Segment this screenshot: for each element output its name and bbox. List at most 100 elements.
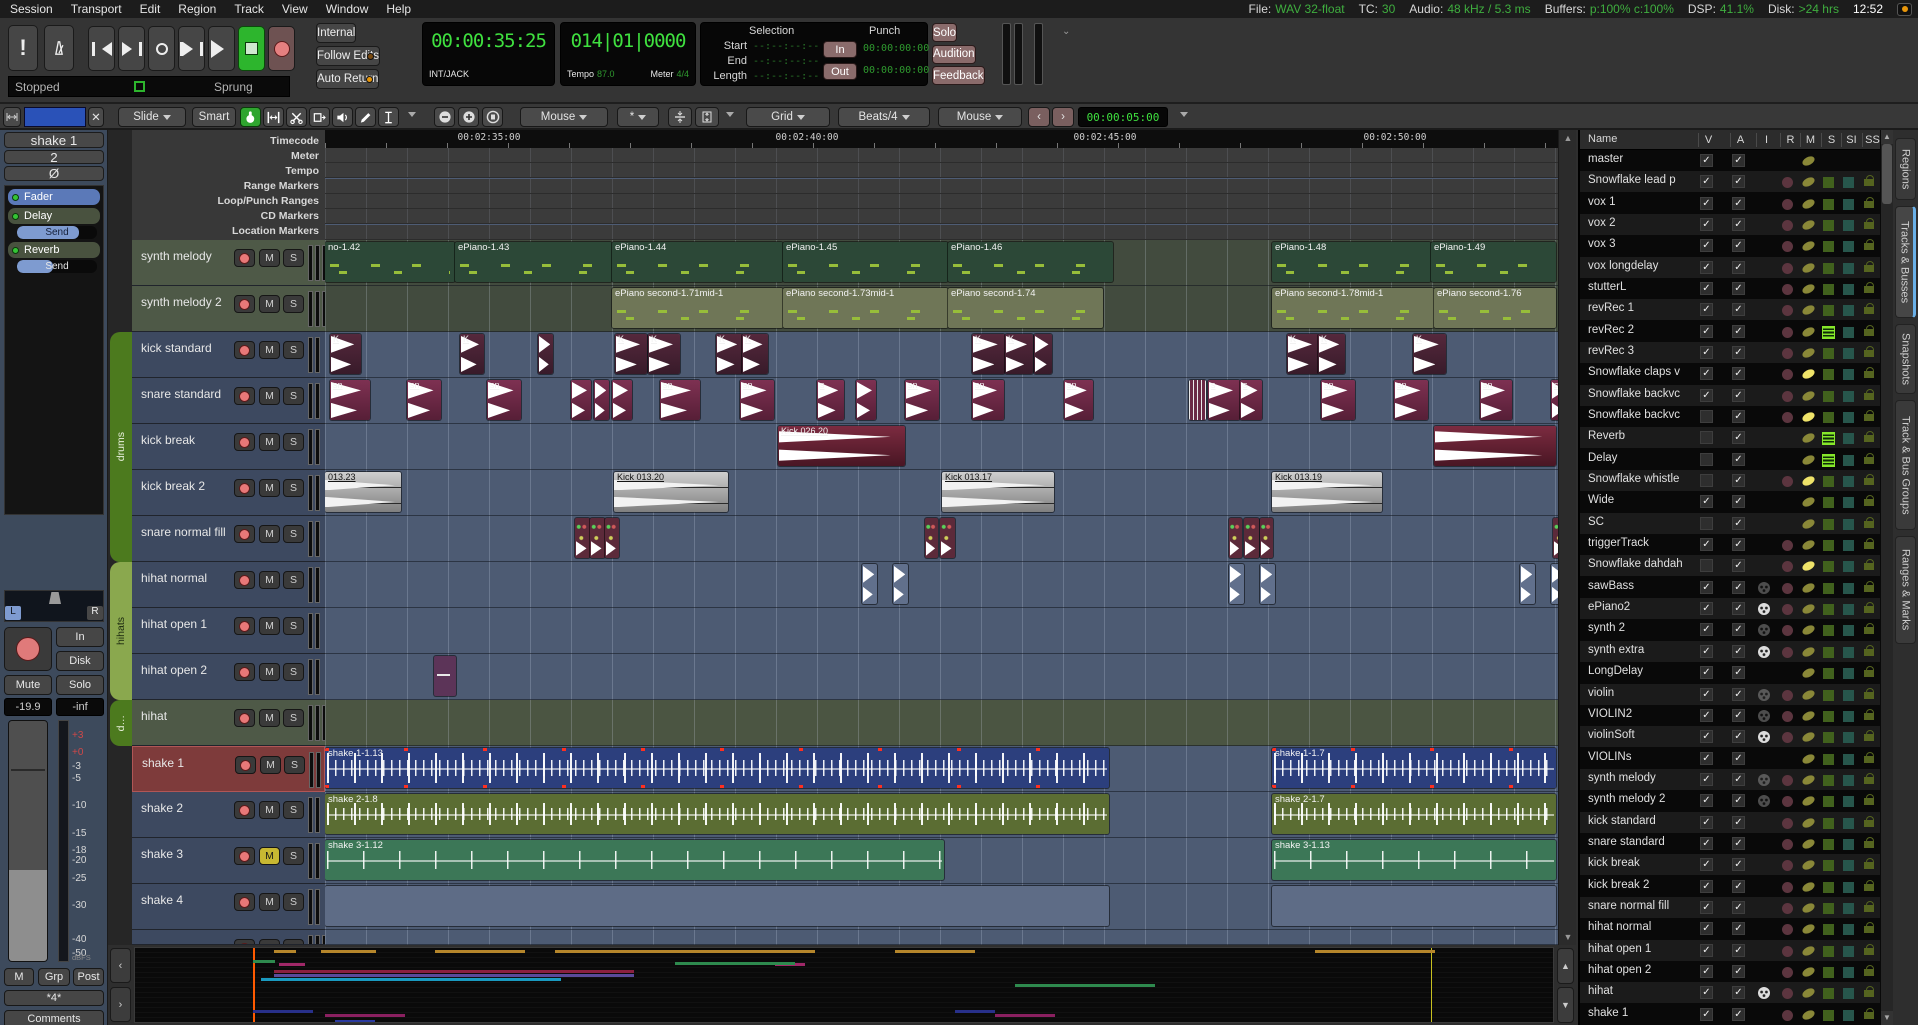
solo-safe-lock-icon[interactable]	[1864, 457, 1874, 464]
mute-icon[interactable]	[1801, 795, 1816, 808]
visible-checkbox[interactable]: ✓	[1700, 944, 1713, 957]
track-list-row-revRec-2[interactable]: revRec 2✓✓	[1580, 321, 1880, 342]
active-checkbox[interactable]: ✓	[1732, 410, 1745, 423]
track-header-kick-break-2[interactable]: kick break 2MS	[132, 470, 325, 516]
active-checkbox[interactable]: ✓	[1732, 666, 1745, 679]
track-list-row-triggerTrack[interactable]: triggerTrack✓✓	[1580, 534, 1880, 555]
group-tab-hihats[interactable]: hihats	[110, 562, 132, 700]
solo-isolate-icon[interactable]	[1843, 284, 1854, 295]
metronome-button[interactable]	[44, 25, 74, 71]
edit-mode-dropdown[interactable]: Slide	[118, 107, 186, 127]
visible-checkbox[interactable]: ✓	[1700, 602, 1713, 615]
solo-safe-lock-icon[interactable]	[1864, 286, 1874, 293]
visible-checkbox[interactable]: ✓	[1700, 1008, 1713, 1021]
smart-mode-button[interactable]: Smart	[192, 107, 236, 127]
ruler-row-4[interactable]	[325, 194, 1558, 209]
track-lane-kick-break-2[interactable]: 013.23Kick 013.20Kick 013.17Kick 013.19	[325, 470, 1558, 516]
solo-safe-lock-icon[interactable]	[1864, 627, 1874, 634]
ruler-row-6[interactable]	[325, 225, 1558, 240]
solo-safe-lock-icon[interactable]	[1864, 798, 1874, 805]
selection-start-value[interactable]: --:--:--:--	[753, 41, 819, 52]
region-Kick-013-19[interactable]: Kick 013.19	[1272, 472, 1382, 512]
track-lane-hihat-normal[interactable]	[325, 562, 1558, 608]
track-lane-shake-4[interactable]	[325, 884, 1558, 930]
solo-safe-lock-icon[interactable]	[1864, 905, 1874, 912]
solo-isolate-icon[interactable]	[1843, 455, 1854, 466]
menu-region[interactable]: Region	[178, 2, 216, 16]
track-list-row-ePiano2[interactable]: ePiano2✓✓	[1580, 598, 1880, 619]
region-sn[interactable]: sn	[487, 380, 521, 420]
region-sn[interactable]: sn	[905, 380, 939, 420]
track-list-name[interactable]: hihat open 1	[1588, 943, 1696, 955]
tab-tracks-busses[interactable]: Tracks & Busses	[1895, 206, 1916, 318]
mute-button[interactable]: Mute	[4, 675, 52, 695]
track-list-name[interactable]: SC	[1588, 516, 1696, 528]
active-checkbox[interactable]: ✓	[1732, 602, 1745, 615]
track-solo-button[interactable]: S	[283, 709, 304, 727]
solo-isolate-icon[interactable]	[1843, 924, 1854, 935]
toggle-auto-return[interactable]: Auto Return	[316, 69, 379, 89]
solo-icon[interactable]	[1823, 754, 1834, 765]
track-name[interactable]: hihat	[141, 709, 167, 723]
toggle-internal[interactable]: Internal	[316, 23, 356, 43]
punch-out-button[interactable]: Out	[823, 63, 857, 80]
region-ePiano-1-43[interactable]: ePiano-1.43	[455, 242, 612, 282]
solo-icon[interactable]	[1823, 561, 1834, 572]
solo-isolate-icon[interactable]	[1843, 882, 1854, 893]
tab-ranges-marks[interactable]: Ranges & Marks	[1895, 536, 1916, 644]
pan-handle[interactable]	[49, 592, 61, 604]
record-enable-icon[interactable]	[1782, 924, 1793, 935]
region-sn[interactable]: sn	[1551, 380, 1558, 420]
visible-checkbox[interactable]	[1700, 517, 1713, 530]
tool-audition-button[interactable]	[332, 107, 353, 127]
mute-icon[interactable]	[1801, 1008, 1816, 1021]
solo-safe-lock-icon[interactable]	[1864, 692, 1874, 699]
active-checkbox[interactable]: ✓	[1732, 389, 1745, 402]
track-solo-button[interactable]: S	[283, 295, 304, 313]
track-list-row-kick-standard[interactable]: kick standard✓✓	[1580, 812, 1880, 833]
processor-box[interactable]: FaderDelaySendReverbSend	[4, 185, 104, 515]
loop-button[interactable]	[148, 26, 175, 71]
solo-isolate-icon[interactable]	[1843, 732, 1854, 743]
solo-safe-lock-icon[interactable]	[1864, 1012, 1874, 1019]
solo-safe-lock-icon[interactable]	[1864, 435, 1874, 442]
visible-checkbox[interactable]: ✓	[1700, 367, 1713, 380]
record-enable-icon[interactable]	[1782, 946, 1793, 957]
active-checkbox[interactable]: ✓	[1732, 645, 1745, 658]
track-record-button[interactable]	[234, 847, 255, 865]
track-lane-shake-3[interactable]: shake 3-1.12shake 3-1.13	[325, 838, 1558, 884]
track-mute-button[interactable]: M	[259, 525, 280, 543]
region-013-23[interactable]: 013.23	[325, 472, 401, 512]
track-name[interactable]: hihat open 2	[141, 663, 207, 677]
track-list-name[interactable]: synth extra	[1588, 644, 1696, 656]
solo-icon[interactable]	[1823, 988, 1834, 999]
record-enable-icon[interactable]	[1782, 540, 1793, 551]
snap-mode-dropdown[interactable]: Grid	[746, 107, 830, 127]
solo-icon[interactable]	[1823, 476, 1834, 487]
midi-input-icon[interactable]	[1758, 689, 1770, 701]
region-K[interactable]: K	[1287, 334, 1319, 374]
active-checkbox[interactable]: ✓	[1732, 1008, 1745, 1021]
region-Kick-026-20[interactable]: Kick 026.20	[778, 426, 905, 466]
track-mute-button[interactable]: M	[259, 433, 280, 451]
track-lane-hihat-open-2[interactable]	[325, 654, 1558, 700]
track-header-hihat-open-1[interactable]: hihat open 1MS	[132, 608, 325, 654]
active-checkbox[interactable]: ✓	[1732, 709, 1745, 722]
visible-checkbox[interactable]	[1700, 410, 1713, 423]
strip-record-enable-button[interactable]	[4, 627, 52, 671]
visible-checkbox[interactable]: ✓	[1700, 175, 1713, 188]
region-shake-3-1-13[interactable]: shake 3-1.13	[1272, 840, 1556, 880]
track-list-name[interactable]: Snowflake backvc	[1588, 409, 1696, 421]
visible-checkbox[interactable]: ✓	[1700, 261, 1713, 274]
track-list-row-Snowflake-backvc[interactable]: Snowflake backvc ✓	[1580, 406, 1880, 427]
region[interactable]	[1434, 426, 1556, 466]
grid-type-dropdown[interactable]: Beats/4	[838, 107, 930, 127]
record-enable-icon[interactable]	[1782, 241, 1793, 252]
active-checkbox[interactable]: ✓	[1732, 453, 1745, 466]
menu-edit[interactable]: Edit	[140, 2, 161, 16]
mute-icon[interactable]	[1801, 773, 1816, 786]
solo-icon[interactable]	[1823, 540, 1834, 551]
solo-icon[interactable]	[1823, 1010, 1834, 1021]
scroll-down-icon[interactable]: ▼	[1881, 1011, 1893, 1025]
track-header-shake-3[interactable]: shake 3MS	[132, 838, 325, 884]
